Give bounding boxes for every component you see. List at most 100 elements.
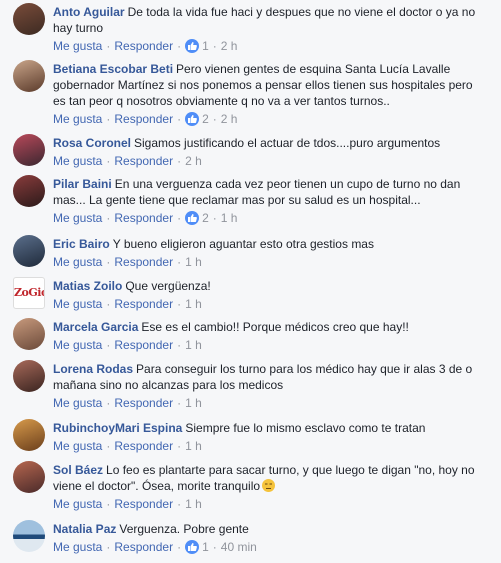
timestamp[interactable]: 1 h	[185, 338, 202, 352]
separator: ·	[106, 211, 111, 225]
separator: ·	[177, 396, 182, 410]
comment-actions: Me gusta · Responder · 2 · 1 h	[53, 210, 481, 226]
author-name[interactable]: Anto Aguilar	[53, 5, 125, 19]
author-name[interactable]: Matias Zoilo	[53, 279, 122, 293]
author-name[interactable]: Rosa Coronel	[53, 136, 131, 150]
separator: ·	[106, 338, 111, 352]
separator: ·	[106, 297, 111, 311]
like-link[interactable]: Me gusta	[53, 154, 102, 168]
author-name[interactable]: Marcela Garcia	[53, 320, 138, 334]
like-link[interactable]: Me gusta	[53, 396, 102, 410]
reply-link[interactable]: Responder	[114, 154, 173, 168]
like-count-icon[interactable]	[185, 540, 200, 554]
timestamp[interactable]: 40 min	[221, 540, 257, 554]
comment-text: En una verguenza cada vez peor tienen un…	[53, 177, 461, 207]
reply-link[interactable]: Responder	[114, 211, 173, 225]
comment-actions: Me gusta · Responder · 1 h	[53, 254, 481, 270]
author-name[interactable]: Betiana Escobar Beti	[53, 62, 173, 76]
reply-link[interactable]: Responder	[114, 297, 173, 311]
separator: ·	[177, 338, 182, 352]
separator: ·	[106, 112, 111, 126]
timestamp[interactable]: 1 h	[221, 211, 238, 225]
comment-actions: Me gusta · Responder · 1 h	[53, 337, 481, 353]
avatar[interactable]	[13, 235, 45, 267]
avatar[interactable]	[13, 134, 45, 166]
avatar[interactable]	[13, 461, 45, 493]
like-count: 2	[202, 112, 209, 126]
separator: ·	[177, 439, 182, 453]
comment-actions: Me gusta · Responder · 1 h	[53, 296, 481, 312]
comment-actions: Me gusta · Responder · 1 · 2 h	[53, 38, 481, 54]
separator: ·	[177, 39, 182, 53]
separator: ·	[106, 255, 111, 269]
separator: ·	[177, 112, 182, 126]
like-count: 1	[202, 540, 209, 554]
reply-link[interactable]: Responder	[114, 439, 173, 453]
avatar[interactable]	[13, 3, 45, 35]
like-link[interactable]: Me gusta	[53, 39, 102, 53]
avatar[interactable]	[13, 419, 45, 451]
like-link[interactable]: Me gusta	[53, 297, 102, 311]
separator: ·	[212, 39, 217, 53]
avatar[interactable]	[13, 318, 45, 350]
comment-text: Y bueno eligieron aguantar esto otra ges…	[112, 237, 374, 251]
separator: ·	[177, 497, 182, 511]
author-name[interactable]: Sol Báez	[53, 463, 103, 477]
comment-actions: Me gusta · Responder · 1 h	[53, 395, 481, 411]
like-count: 1	[202, 39, 209, 53]
comment-text: Que vergüenza!	[125, 279, 211, 293]
separator: ·	[212, 211, 217, 225]
reply-link[interactable]: Responder	[114, 255, 173, 269]
author-name[interactable]: Pilar Baini	[53, 177, 112, 191]
like-link[interactable]: Me gusta	[53, 497, 102, 511]
author-name[interactable]: RubinchoyMari Espina	[53, 421, 182, 435]
like-link[interactable]: Me gusta	[53, 338, 102, 352]
avatar[interactable]	[13, 520, 45, 552]
timestamp[interactable]: 2 h	[185, 154, 202, 168]
unamused-emoji-icon	[262, 479, 276, 492]
like-link[interactable]: Me gusta	[53, 112, 102, 126]
timestamp[interactable]: 2 h	[221, 112, 238, 126]
comment-actions: Me gusta · Responder · 1 · 40 min	[53, 539, 481, 555]
separator: ·	[212, 540, 217, 554]
reply-link[interactable]: Responder	[114, 112, 173, 126]
like-count-icon[interactable]	[185, 112, 200, 126]
reply-link[interactable]: Responder	[114, 39, 173, 53]
avatar[interactable]	[13, 360, 45, 392]
reply-link[interactable]: Responder	[114, 396, 173, 410]
separator: ·	[106, 39, 111, 53]
author-name[interactable]: Lorena Rodas	[53, 362, 133, 376]
timestamp[interactable]: 1 h	[185, 396, 202, 410]
timestamp[interactable]: 1 h	[185, 297, 202, 311]
separator: ·	[177, 255, 182, 269]
comment-list: Anto Aguilar De toda la vida fue haci y d…	[0, 0, 501, 563]
separator: ·	[106, 154, 111, 168]
separator: ·	[106, 439, 111, 453]
reply-link[interactable]: Responder	[114, 497, 173, 511]
avatar[interactable]	[13, 60, 45, 92]
separator: ·	[106, 396, 111, 410]
author-name[interactable]: Natalia Paz	[53, 522, 116, 536]
comment-text: Sigamos justificando el actuar de tdos..…	[134, 136, 441, 150]
comment-actions: Me gusta · Responder · 1 h	[53, 496, 481, 512]
comment-text: Siempre fue lo mismo esclavo como te tra…	[185, 421, 426, 435]
timestamp[interactable]: 1 h	[185, 497, 202, 511]
comment-actions: Me gusta · Responder · 2 · 2 h	[53, 111, 481, 127]
author-name[interactable]: Eric Bairo	[53, 237, 110, 251]
timestamp[interactable]: 2 h	[221, 39, 238, 53]
like-link[interactable]: Me gusta	[53, 255, 102, 269]
timestamp[interactable]: 1 h	[185, 439, 202, 453]
like-count-icon[interactable]	[185, 211, 200, 225]
reply-link[interactable]: Responder	[114, 338, 173, 352]
like-link[interactable]: Me gusta	[53, 439, 102, 453]
like-link[interactable]: Me gusta	[53, 211, 102, 225]
like-link[interactable]: Me gusta	[53, 540, 102, 554]
avatar[interactable]	[13, 175, 45, 207]
timestamp[interactable]: 1 h	[185, 255, 202, 269]
separator: ·	[177, 297, 182, 311]
separator: ·	[177, 540, 182, 554]
comment-actions: Me gusta · Responder · 1 h	[53, 438, 481, 454]
reply-link[interactable]: Responder	[114, 540, 173, 554]
zogio-logo-avatar[interactable]: ZoGio	[13, 277, 45, 309]
like-count-icon[interactable]	[185, 39, 200, 53]
